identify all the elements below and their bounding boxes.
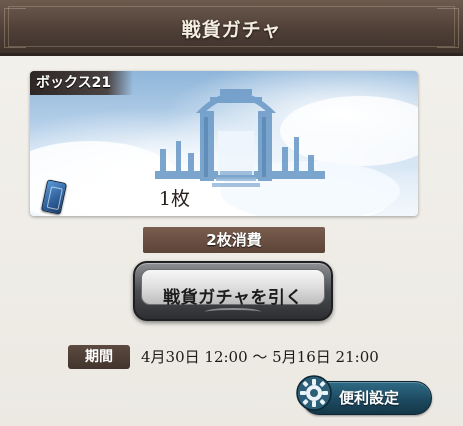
period-range: 4月30日 12:00 〜 5月16日 21:00 [141,348,379,366]
draw-gacha-button[interactable]: 戦貨ガチャを引く [133,261,333,321]
page-title: 戦貨ガチャ [181,19,282,41]
draw-button-face: 戦貨ガチャを引く [141,269,325,308]
cost-label: 2枚消費 [143,227,325,253]
gear-icon [296,375,332,411]
draw-button-label: 戦貨ガチャを引く [163,288,303,308]
box-banner: ボックス21 1枚 [30,71,418,216]
gacha-window: 戦貨ガチャ ボックス21 1枚 2枚消費 戦貨ガチャを引く 期間 4月30日 1… [0,0,463,426]
settings-button-label: 便利設定 [339,389,400,407]
button-ornament [205,308,261,316]
header-bar: 戦貨ガチャ [0,0,463,56]
period-label: 期間 [68,345,130,369]
ticket-count: 1枚 [158,188,190,210]
box-number-label: ボックス21 [30,71,134,95]
convenience-settings-button[interactable]: 便利設定 [296,375,432,415]
